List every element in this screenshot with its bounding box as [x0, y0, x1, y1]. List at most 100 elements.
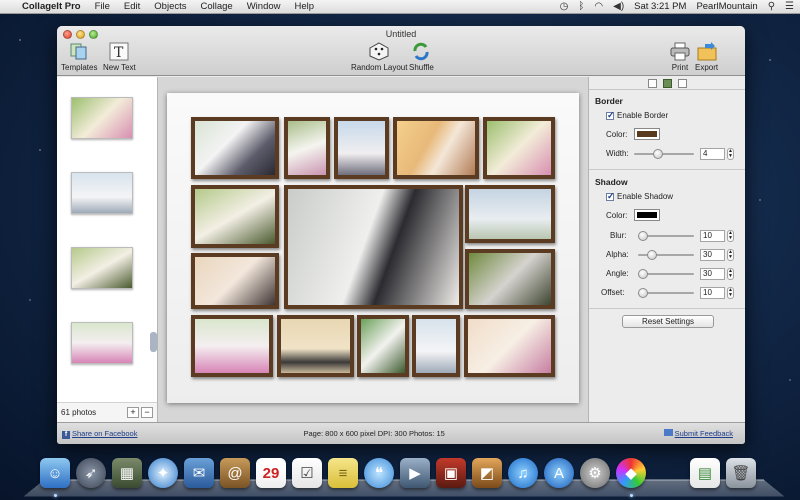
enable-shadow-checkbox[interactable]: Enable Shadow [606, 191, 673, 202]
trash-icon[interactable]: 🗑 [726, 458, 756, 488]
menu-app-name[interactable]: CollageIt Pro [22, 1, 81, 12]
itunes-icon[interactable]: ♫ [508, 458, 538, 488]
menu-clock[interactable]: Sat 3:21 PM [634, 1, 686, 12]
tab-layout[interactable] [647, 78, 657, 88]
remove-photo-button[interactable]: − [141, 407, 153, 418]
new-text-button[interactable]: T New Text [103, 42, 136, 72]
alpha-label: Alpha: [606, 250, 629, 259]
tab-background[interactable] [677, 78, 687, 88]
sidebar-scrollbar[interactable] [150, 332, 157, 352]
angle-slider[interactable] [638, 269, 694, 279]
alpha-slider[interactable] [638, 250, 694, 260]
tab-photo[interactable] [662, 78, 672, 88]
border-width-label: Width: [606, 149, 629, 158]
angle-field[interactable]: 30 [700, 268, 725, 280]
collage-photo[interactable] [412, 315, 460, 377]
menu-user[interactable]: PearlMountain [696, 1, 757, 12]
collage-photo[interactable] [191, 117, 279, 179]
reset-settings-button[interactable]: Reset Settings [622, 315, 714, 328]
templates-button[interactable]: Templates [61, 42, 97, 72]
angle-stepper[interactable]: ▲ ▼ [727, 268, 734, 280]
volume-icon[interactable]: ◀) [613, 1, 624, 12]
time-machine-icon[interactable]: ◷ [560, 1, 569, 12]
facebook-share-link[interactable]: f Share on Facebook [62, 429, 137, 439]
shadow-color-well[interactable] [634, 209, 660, 221]
collage-photo[interactable] [393, 117, 479, 179]
shuffle-button[interactable]: Shuffle [409, 42, 434, 72]
submit-feedback-text[interactable]: Submit Feedback [675, 429, 733, 438]
random-layout-button[interactable]: Random Layout [351, 42, 407, 72]
safari-icon[interactable]: ✦ [148, 458, 178, 488]
slider-knob[interactable] [638, 288, 648, 298]
finder-icon[interactable]: ☺ [40, 458, 70, 488]
border-width-field[interactable]: 4 [700, 148, 725, 160]
collageit-icon[interactable]: ◆ [616, 458, 646, 488]
collage-page[interactable] [167, 93, 579, 403]
photo-booth-icon[interactable]: ▣ [436, 458, 466, 488]
collage-photo[interactable] [465, 249, 555, 309]
random-layout-label: Random Layout [351, 63, 408, 72]
photo-thumbnail[interactable] [71, 97, 133, 139]
submit-feedback-link[interactable]: Submit Feedback [663, 429, 733, 438]
mission-control-icon[interactable]: ▦ [112, 458, 142, 488]
collage-photo[interactable] [191, 315, 273, 377]
system-preferences-icon[interactable]: ⚙ [580, 458, 610, 488]
facebook-share-text[interactable]: Share on Facebook [72, 429, 137, 438]
menu-objects[interactable]: Objects [154, 1, 186, 12]
notes-icon[interactable]: ≡ [328, 458, 358, 488]
menu-collage[interactable]: Collage [201, 1, 233, 12]
menu-bar: CollageIt Pro File Edit Objects Collage … [0, 0, 800, 14]
menu-file[interactable]: File [95, 1, 110, 12]
wifi-icon[interactable]: ◠ [594, 1, 603, 12]
alpha-field[interactable]: 30 [700, 249, 725, 261]
border-width-stepper[interactable]: ▲ ▼ [727, 148, 734, 160]
collage-photo[interactable] [464, 315, 555, 377]
add-photo-button[interactable]: + [127, 407, 139, 418]
app-store-icon[interactable]: A [544, 458, 574, 488]
collage-photo[interactable] [483, 117, 555, 179]
calendar-icon[interactable]: 29 [256, 458, 286, 488]
alpha-stepper[interactable]: ▲ ▼ [727, 249, 734, 261]
photo-thumbnail[interactable] [71, 322, 133, 364]
slider-knob[interactable] [653, 149, 663, 159]
menu-edit[interactable]: Edit [124, 1, 140, 12]
slider-knob[interactable] [647, 250, 657, 260]
contacts-icon[interactable]: @ [220, 458, 250, 488]
enable-border-checkbox[interactable]: Enable Border [606, 110, 668, 121]
menu-help[interactable]: Help [295, 1, 315, 12]
border-width-slider[interactable] [634, 149, 694, 159]
mail-icon[interactable]: ✉ [184, 458, 214, 488]
photo-thumbnail[interactable] [71, 172, 133, 214]
offset-field[interactable]: 10 [700, 287, 725, 299]
facetime-icon[interactable]: ▶ [400, 458, 430, 488]
collage-photo[interactable] [465, 185, 555, 243]
spotlight-icon[interactable]: ⚲ [768, 1, 775, 12]
iphoto-icon[interactable]: ◩ [472, 458, 502, 488]
menu-window[interactable]: Window [247, 1, 281, 12]
border-color-well[interactable] [634, 128, 660, 140]
collage-photo[interactable] [284, 117, 330, 179]
document-icon[interactable]: ▤ [690, 458, 720, 488]
blur-slider[interactable] [638, 231, 694, 241]
blur-stepper[interactable]: ▲ ▼ [727, 230, 734, 242]
collage-photo[interactable] [277, 315, 354, 377]
messages-icon[interactable]: ❝ [364, 458, 394, 488]
print-button[interactable]: Print [670, 42, 690, 72]
reminders-icon[interactable]: ☑ [292, 458, 322, 488]
export-button[interactable]: Export [695, 42, 718, 72]
slider-knob[interactable] [638, 231, 648, 241]
collage-photo[interactable] [334, 117, 389, 179]
photo-thumbnail[interactable] [71, 247, 133, 289]
slider-knob[interactable] [638, 269, 648, 279]
collage-photo[interactable] [357, 315, 409, 377]
bluetooth-icon[interactable]: ᛒ [578, 1, 584, 12]
blur-field[interactable]: 10 [700, 230, 725, 242]
collage-photo-featured[interactable] [284, 185, 463, 309]
launchpad-icon[interactable]: ➶ [76, 458, 106, 488]
offset-slider[interactable] [638, 288, 694, 298]
offset-stepper[interactable]: ▲ ▼ [727, 287, 734, 299]
notification-center-icon[interactable]: ☰ [785, 1, 794, 12]
shadow-section-title: Shadow [595, 177, 628, 187]
collage-photo[interactable] [191, 253, 279, 309]
collage-photo[interactable] [191, 185, 279, 248]
